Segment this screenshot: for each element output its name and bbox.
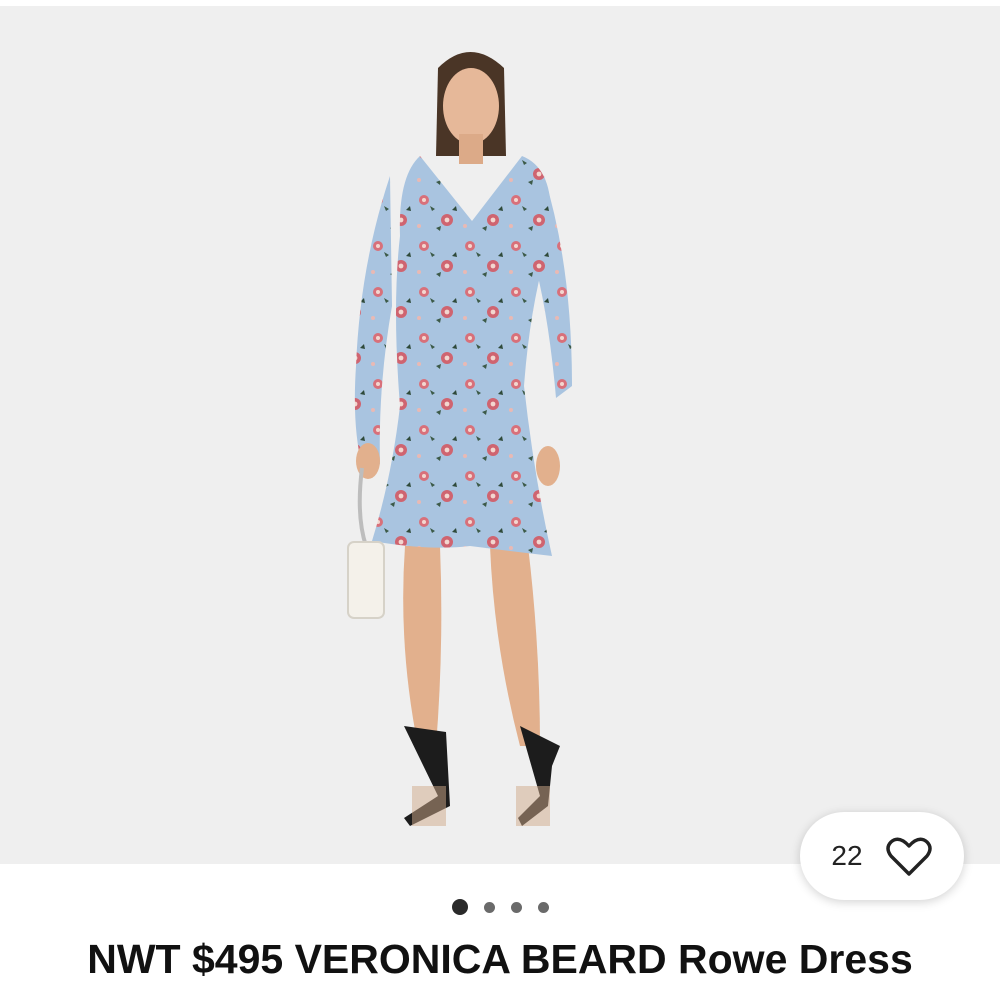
product-photo[interactable] <box>0 6 1000 864</box>
carousel-dot-4[interactable] <box>537 901 549 913</box>
like-button[interactable]: 22 <box>800 812 964 900</box>
heart-outline-icon <box>885 837 932 876</box>
listing-title: NWT $495 VERONICA BEARD Rowe Dress <box>87 936 913 982</box>
carousel-dot-2[interactable] <box>483 901 495 913</box>
image-carousel-indicator <box>0 897 1000 917</box>
carousel-dot-3[interactable] <box>510 901 522 913</box>
like-count: 22 <box>831 840 863 871</box>
model-in-dress-illustration <box>347 52 572 826</box>
carousel-dot-1[interactable] <box>451 899 468 915</box>
